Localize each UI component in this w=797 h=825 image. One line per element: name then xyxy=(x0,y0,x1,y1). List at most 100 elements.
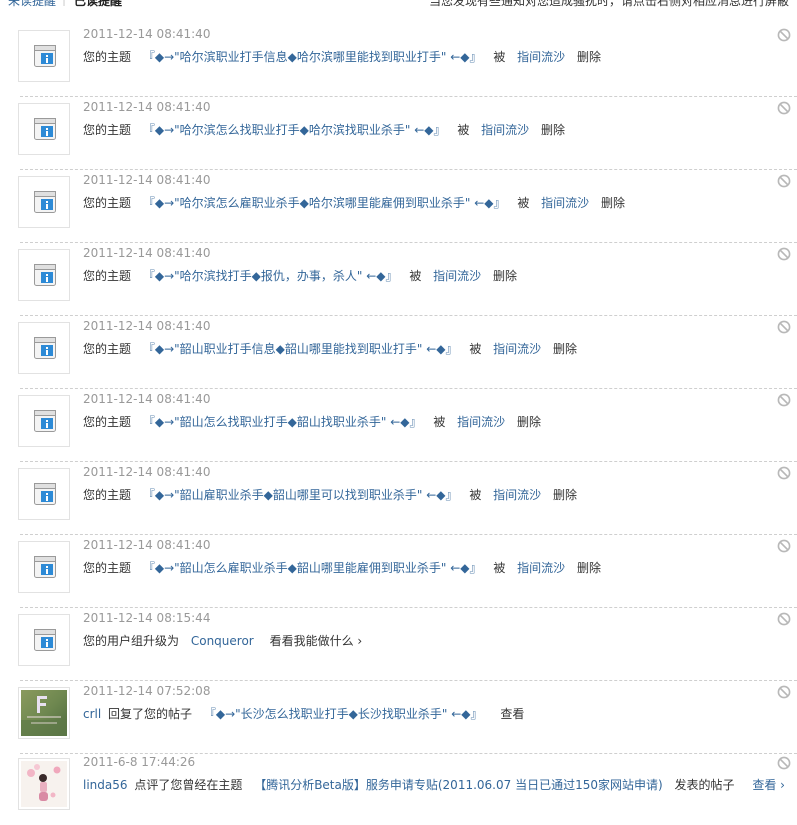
list-item: 2011-12-14 08:41:40 您的主题 『◆→"哈尔滨怎么找职业打手◆… xyxy=(0,97,797,170)
block-icon[interactable] xyxy=(777,685,791,699)
notice-by: 被 xyxy=(493,50,506,64)
notice-text: 您的主题 『◆→"韶山怎么找职业打手◆韶山找职业杀手" ←◆』 被 指间流沙 删… xyxy=(83,413,541,430)
delete-link[interactable]: 删除 xyxy=(541,123,565,137)
actor-link[interactable]: 指间流沙 xyxy=(517,50,565,64)
block-icon[interactable] xyxy=(777,756,791,770)
list-item: 2011-12-14 08:41:40 您的主题 『◆→"哈尔滨怎么雇职业杀手◆… xyxy=(0,170,797,243)
notice-time: 2011-6-8 17:44:26 xyxy=(83,755,196,769)
tab-unread[interactable]: 未读提醒 xyxy=(8,0,56,9)
topic-link[interactable]: 『◆→"韶山怎么找职业打手◆韶山找职业杀手" ←◆』 xyxy=(143,415,422,429)
usergroup-link[interactable]: Conqueror xyxy=(191,634,254,648)
actor-link[interactable]: 指间流沙 xyxy=(433,269,481,283)
comment-label: 点评了您曾经在主题 xyxy=(134,778,243,792)
block-icon[interactable] xyxy=(777,393,791,407)
user-avatar[interactable] xyxy=(18,687,70,739)
system-notice-avatar xyxy=(18,614,70,666)
delete-link[interactable]: 删除 xyxy=(493,269,517,283)
block-icon[interactable] xyxy=(777,466,791,480)
topic-link[interactable]: 【腾讯分析Beta版】服务申请专贴(2011.06.07 当日已通过150家网站… xyxy=(254,778,662,792)
notice-label: 您的主题 xyxy=(83,342,132,356)
topic-link[interactable]: 『◆→"哈尔滨职业打手信息◆哈尔滨哪里能找到职业打手" ←◆』 xyxy=(143,50,482,64)
notice-time: 2011-12-14 08:41:40 xyxy=(83,538,211,552)
actor-link[interactable]: 指间流沙 xyxy=(493,342,541,356)
topic-link[interactable]: 『◆→"哈尔滨怎么找职业打手◆哈尔滨找职业杀手" ←◆』 xyxy=(143,123,446,137)
what-can-i-do-link[interactable]: 看看我能做什么 › xyxy=(270,634,363,648)
system-notice-icon xyxy=(34,410,56,432)
user-avatar[interactable] xyxy=(18,758,70,810)
topic-link[interactable]: 『◆→"韶山怎么雇职业杀手◆韶山哪里能雇佣到职业杀手" ←◆』 xyxy=(143,561,482,575)
system-notice-avatar xyxy=(18,468,70,520)
notice-text: 您的主题 『◆→"哈尔滨怎么雇职业杀手◆哈尔滨哪里能雇佣到职业杀手" ←◆』 被… xyxy=(83,194,625,211)
notice-text: 您的主题 『◆→"哈尔滨怎么找职业打手◆哈尔滨找职业杀手" ←◆』 被 指间流沙… xyxy=(83,121,565,138)
user-link[interactable]: linda56 xyxy=(83,778,128,792)
system-notice-avatar xyxy=(18,176,70,228)
block-icon[interactable] xyxy=(777,247,791,261)
system-notice-avatar xyxy=(18,395,70,447)
notice-by: 被 xyxy=(409,269,422,283)
delete-link[interactable]: 删除 xyxy=(601,196,625,210)
delete-link[interactable]: 删除 xyxy=(553,342,577,356)
notice-by: 被 xyxy=(517,196,530,210)
block-icon[interactable] xyxy=(777,539,791,553)
notice-time: 2011-12-14 08:41:40 xyxy=(83,100,211,114)
upgrade-label: 您的用户组升级为 xyxy=(83,634,180,648)
block-icon[interactable] xyxy=(777,101,791,115)
block-icon[interactable] xyxy=(777,174,791,188)
list-item: 2011-12-14 08:41:40 您的主题 『◆→"韶山怎么雇职业杀手◆韶… xyxy=(0,535,797,608)
notice-text: 您的用户组升级为 Conqueror 看看我能做什么 › xyxy=(83,632,362,649)
reply-label: 回复了您的帖子 xyxy=(108,707,193,721)
notice-label: 您的主题 xyxy=(83,196,132,210)
topic-link[interactable]: 『◆→"韶山职业打手信息◆韶山哪里能找到职业打手" ←◆』 xyxy=(143,342,458,356)
system-notice-icon xyxy=(34,191,56,213)
notice-label: 您的主题 xyxy=(83,50,132,64)
tab-separator: | xyxy=(62,0,66,6)
notice-by: 被 xyxy=(433,415,446,429)
delete-link[interactable]: 删除 xyxy=(577,561,601,575)
block-icon[interactable] xyxy=(777,320,791,334)
user-link[interactable]: crll xyxy=(83,707,101,721)
notice-label: 您的主题 xyxy=(83,488,132,502)
block-icon[interactable] xyxy=(777,612,791,626)
topic-link[interactable]: 『◆→"哈尔滨怎么雇职业杀手◆哈尔滨哪里能雇佣到职业杀手" ←◆』 xyxy=(143,196,506,210)
user-avatar-image xyxy=(21,690,67,736)
topic-link[interactable]: 『◆→"长沙怎么找职业打手◆长沙找职业杀手" ←◆』 xyxy=(204,707,483,721)
actor-link[interactable]: 指间流沙 xyxy=(517,561,565,575)
list-item-reply: 2011-12-14 07:52:08 crll 回复了您的帖子 『◆→"长沙怎… xyxy=(0,681,797,754)
notice-by: 被 xyxy=(469,342,482,356)
system-notice-icon xyxy=(34,556,56,578)
notice-time: 2011-12-14 08:41:40 xyxy=(83,392,211,406)
actor-link[interactable]: 指间流沙 xyxy=(457,415,505,429)
topic-link[interactable]: 『◆→"哈尔滨找打手◆报仇，办事，杀人" ←◆』 xyxy=(143,269,398,283)
notice-label: 您的主题 xyxy=(83,269,132,283)
system-notice-avatar xyxy=(18,30,70,82)
user-avatar-image xyxy=(21,761,67,807)
actor-link[interactable]: 指间流沙 xyxy=(481,123,529,137)
view-link[interactable]: 查看 xyxy=(500,707,524,721)
list-item: 2011-12-14 08:41:40 您的主题 『◆→"韶山怎么找职业打手◆韶… xyxy=(0,389,797,462)
actor-link[interactable]: 指间流沙 xyxy=(493,488,541,502)
block-hint-text: 当您发现有些通知对您造成骚扰时，请点击右侧对相应消息进行屏蔽 xyxy=(428,0,789,8)
list-item-upgrade: 2011-12-14 08:15:44 您的用户组升级为 Conqueror 看… xyxy=(0,608,797,681)
tab-read[interactable]: 已读提醒 xyxy=(74,0,122,9)
notice-label: 您的主题 xyxy=(83,415,132,429)
system-notice-avatar xyxy=(18,249,70,301)
posted-label: 发表的帖子 xyxy=(674,778,735,792)
system-notice-icon xyxy=(34,337,56,359)
actor-link[interactable]: 指间流沙 xyxy=(541,196,589,210)
notice-by: 被 xyxy=(469,488,482,502)
topic-link[interactable]: 『◆→"韶山雇职业杀手◆韶山哪里可以找到职业杀手" ←◆』 xyxy=(143,488,458,502)
delete-link[interactable]: 删除 xyxy=(553,488,577,502)
list-item: 2011-12-14 08:41:40 您的主题 『◆→"韶山雇职业杀手◆韶山哪… xyxy=(0,462,797,535)
block-icon[interactable] xyxy=(777,28,791,42)
delete-link[interactable]: 删除 xyxy=(577,50,601,64)
view-link[interactable]: 查看 › xyxy=(752,778,785,792)
system-notice-avatar xyxy=(18,322,70,374)
system-notice-icon xyxy=(34,483,56,505)
notice-time: 2011-12-14 08:41:40 xyxy=(83,465,211,479)
system-notice-icon xyxy=(34,629,56,651)
delete-link[interactable]: 删除 xyxy=(517,415,541,429)
notice-label: 您的主题 xyxy=(83,123,132,137)
list-item: 2011-12-14 08:41:40 您的主题 『◆→"韶山职业打手信息◆韶山… xyxy=(0,316,797,389)
system-notice-avatar xyxy=(18,103,70,155)
notice-time: 2011-12-14 08:41:40 xyxy=(83,27,211,41)
